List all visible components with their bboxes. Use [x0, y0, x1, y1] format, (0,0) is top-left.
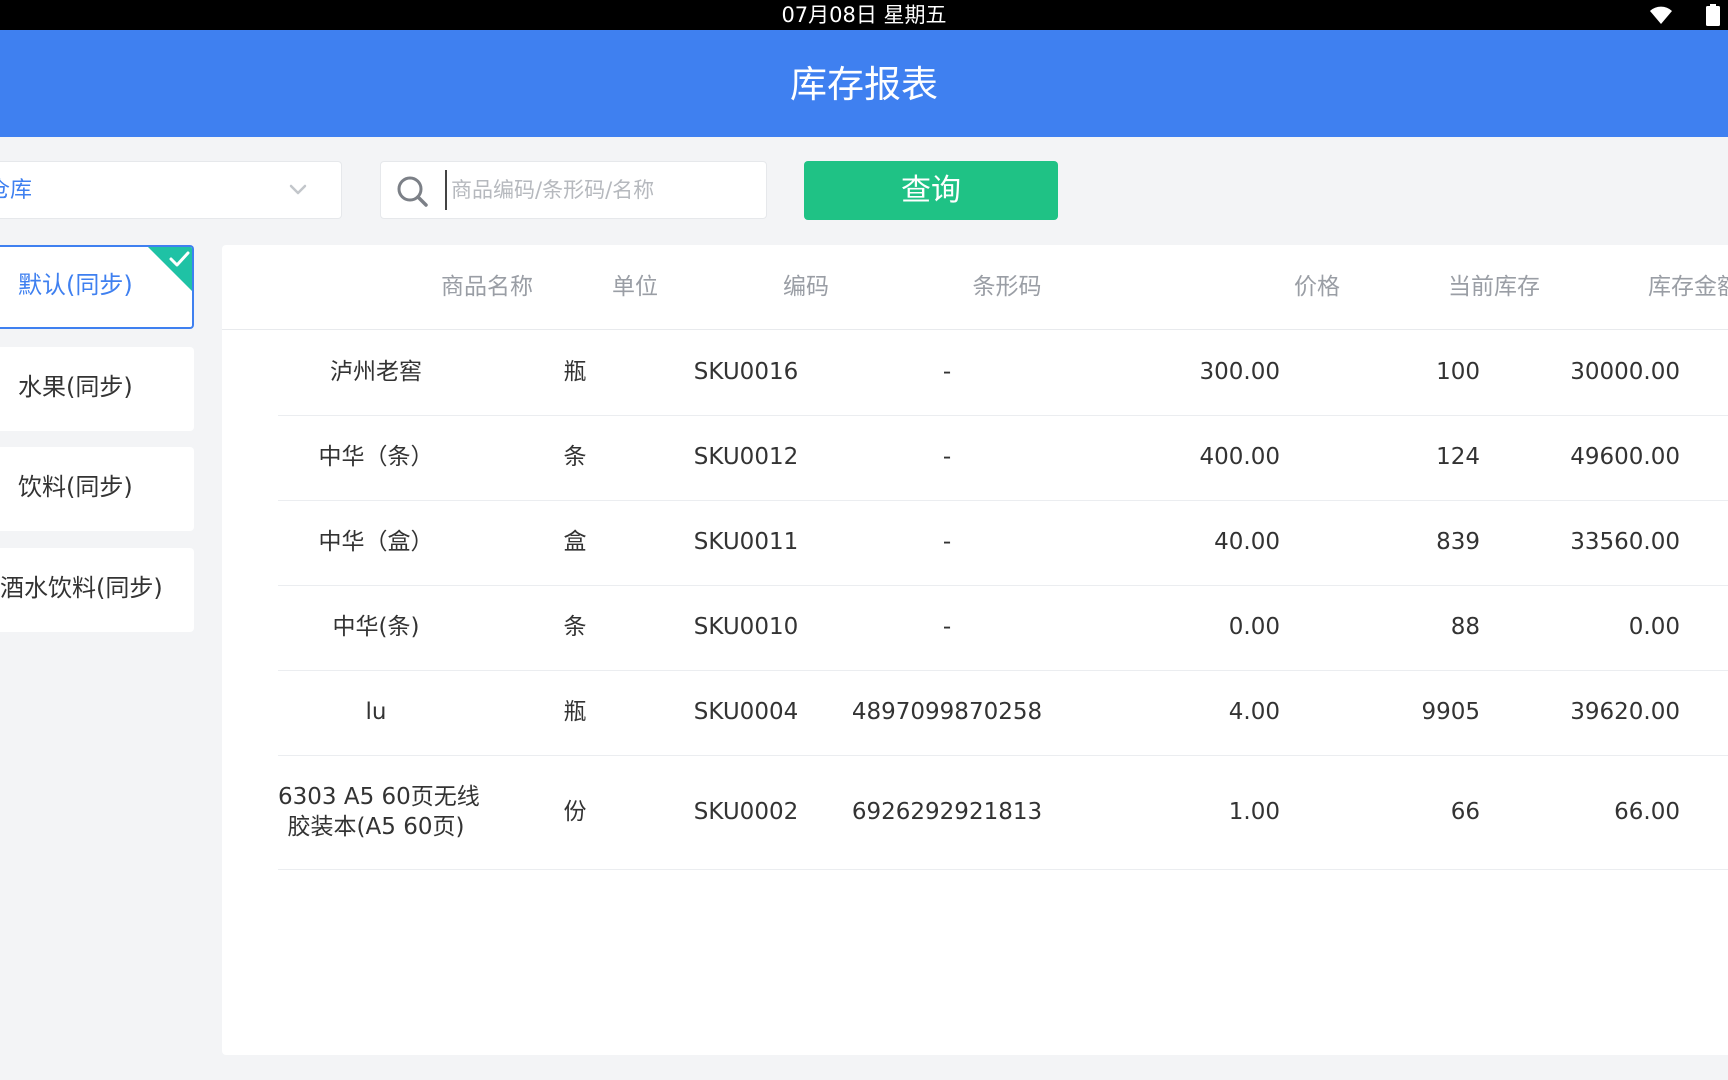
search-input[interactable] [445, 170, 761, 210]
column-header-current-stock[interactable]: 当前库存 [1340, 245, 1540, 329]
column-header-barcode[interactable]: 条形码 [897, 245, 1117, 329]
cell-code: SKU0010 [693, 614, 799, 640]
column-header-unit[interactable]: 单位 [575, 245, 695, 329]
column-header-code[interactable]: 编码 [726, 245, 886, 329]
cell-product-name: 中华（盒） [318, 529, 434, 555]
query-button[interactable]: 查询 [804, 161, 1058, 220]
cell-barcode: - [942, 444, 952, 470]
product-name-line-1: 6303 A5 60页无线 [278, 784, 480, 810]
cell-code: SKU0004 [693, 699, 799, 725]
cell-code: SKU0016 [693, 359, 799, 385]
cell-current-stock: 124 [1436, 444, 1480, 470]
cell-unit: 瓶 [563, 359, 587, 385]
chevron-down-icon [289, 184, 307, 195]
cell-unit: 条 [563, 444, 587, 470]
battery-icon [1706, 4, 1720, 26]
column-header-price[interactable]: 价格 [1140, 245, 1340, 329]
status-bar: 07月08日 星期五 [0, 0, 1728, 30]
cell-barcode: 4897099870258 [851, 699, 1043, 725]
cell-code: SKU0012 [693, 444, 799, 470]
cell-stock-amount: 30000.00 [1570, 359, 1680, 385]
cell-price: 1.00 [1228, 799, 1280, 825]
cell-stock-amount: 66.00 [1614, 799, 1680, 825]
cell-stock-amount: 39620.00 [1570, 699, 1680, 725]
cell-product-name: lu [365, 699, 387, 725]
column-header-product-name[interactable]: 商品名称 [377, 245, 597, 329]
cell-price: 0.00 [1228, 614, 1280, 640]
cell-price: 300.00 [1199, 359, 1280, 385]
cell-code: SKU0002 [693, 799, 799, 825]
category-label: 饮料(同步) [18, 473, 133, 501]
cell-product-name: 6303 A5 60页无线 胶装本(A5 60页) [278, 782, 480, 842]
table-row[interactable]: 泸州老窖 瓶 SKU0016 - 300.00 100 30000.00 [278, 330, 1728, 416]
table-row[interactable]: 6303 A5 60页无线 胶装本(A5 60页) 份 SKU0002 69262929… [278, 755, 1728, 870]
category-fruit[interactable]: 水果(同步) [0, 347, 194, 431]
cell-current-stock: 839 [1436, 529, 1480, 555]
cell-unit: 份 [563, 799, 587, 825]
cell-stock-amount: 33560.00 [1570, 529, 1680, 555]
cell-unit: 条 [563, 614, 587, 640]
table-row[interactable]: 中华（盒） 盒 SKU0011 - 40.00 839 33560.00 [278, 500, 1728, 586]
warehouse-select-value: 仓库 [0, 178, 33, 203]
cell-price: 400.00 [1199, 444, 1280, 470]
cell-barcode: - [942, 614, 952, 640]
inventory-report-screen: 07月08日 星期五 库存报表 仓库 查询 默认(同步) 水果(同步) 饮料(同步)… [0, 0, 1728, 1080]
cell-product-name: 泸州老窖 [330, 359, 422, 385]
category-label: 水果(同步) [18, 373, 133, 401]
cell-product-name: 中华(条) [332, 614, 420, 640]
category-liquor-drinks[interactable]: 酒水饮料(同步) [0, 548, 194, 632]
cell-current-stock: 9905 [1421, 699, 1480, 725]
cell-unit: 盒 [563, 529, 587, 555]
table-row[interactable]: lu 瓶 SKU0004 4897099870258 4.00 9905 39620.00 [278, 670, 1728, 756]
wifi-icon [1650, 6, 1672, 24]
cell-barcode: 6926292921813 [851, 799, 1043, 825]
inventory-table: 商品名称 单位 编码 条形码 价格 当前库存 库存金额 泸州老窖瓶SKU0016… [222, 245, 1728, 1055]
title-bar: 库存报表 [0, 30, 1728, 137]
category-default[interactable]: 默认(同步) [0, 245, 194, 329]
category-label: 酒水饮料(同步) [0, 574, 163, 602]
cell-current-stock: 100 [1436, 359, 1480, 385]
cell-product-name: 中华（条） [318, 444, 434, 470]
page-title: 库存报表 [790, 63, 938, 106]
warehouse-select[interactable]: 仓库 [0, 161, 342, 219]
cell-current-stock: 88 [1450, 614, 1480, 640]
table-row[interactable]: 中华(条) 条 SKU0010 - 0.00 88 0.00 [278, 585, 1728, 671]
table-header: 商品名称 单位 编码 条形码 价格 当前库存 库存金额 [222, 245, 1728, 330]
status-time: 07月08日 星期五 [781, 3, 947, 27]
column-header-stock-amount[interactable]: 库存金额 [1540, 245, 1728, 329]
cell-stock-amount: 49600.00 [1570, 444, 1680, 470]
cell-price: 4.00 [1228, 699, 1280, 725]
cell-barcode: - [942, 529, 952, 555]
category-drinks[interactable]: 饮料(同步) [0, 447, 194, 531]
search-icon [397, 176, 428, 207]
checkmark-icon [169, 251, 190, 267]
cell-unit: 瓶 [563, 699, 587, 725]
cell-current-stock: 66 [1450, 799, 1480, 825]
cell-price: 40.00 [1214, 529, 1280, 555]
table-row[interactable]: 中华（条） 条 SKU0012 - 400.00 124 49600.00 [278, 415, 1728, 501]
category-label: 默认(同步) [18, 271, 133, 299]
search-box [380, 161, 767, 219]
cell-code: SKU0011 [693, 529, 799, 555]
cell-stock-amount: 0.00 [1628, 614, 1680, 640]
cell-barcode: - [942, 359, 952, 385]
product-name-line-2: 胶装本(A5 60页) [287, 814, 465, 840]
